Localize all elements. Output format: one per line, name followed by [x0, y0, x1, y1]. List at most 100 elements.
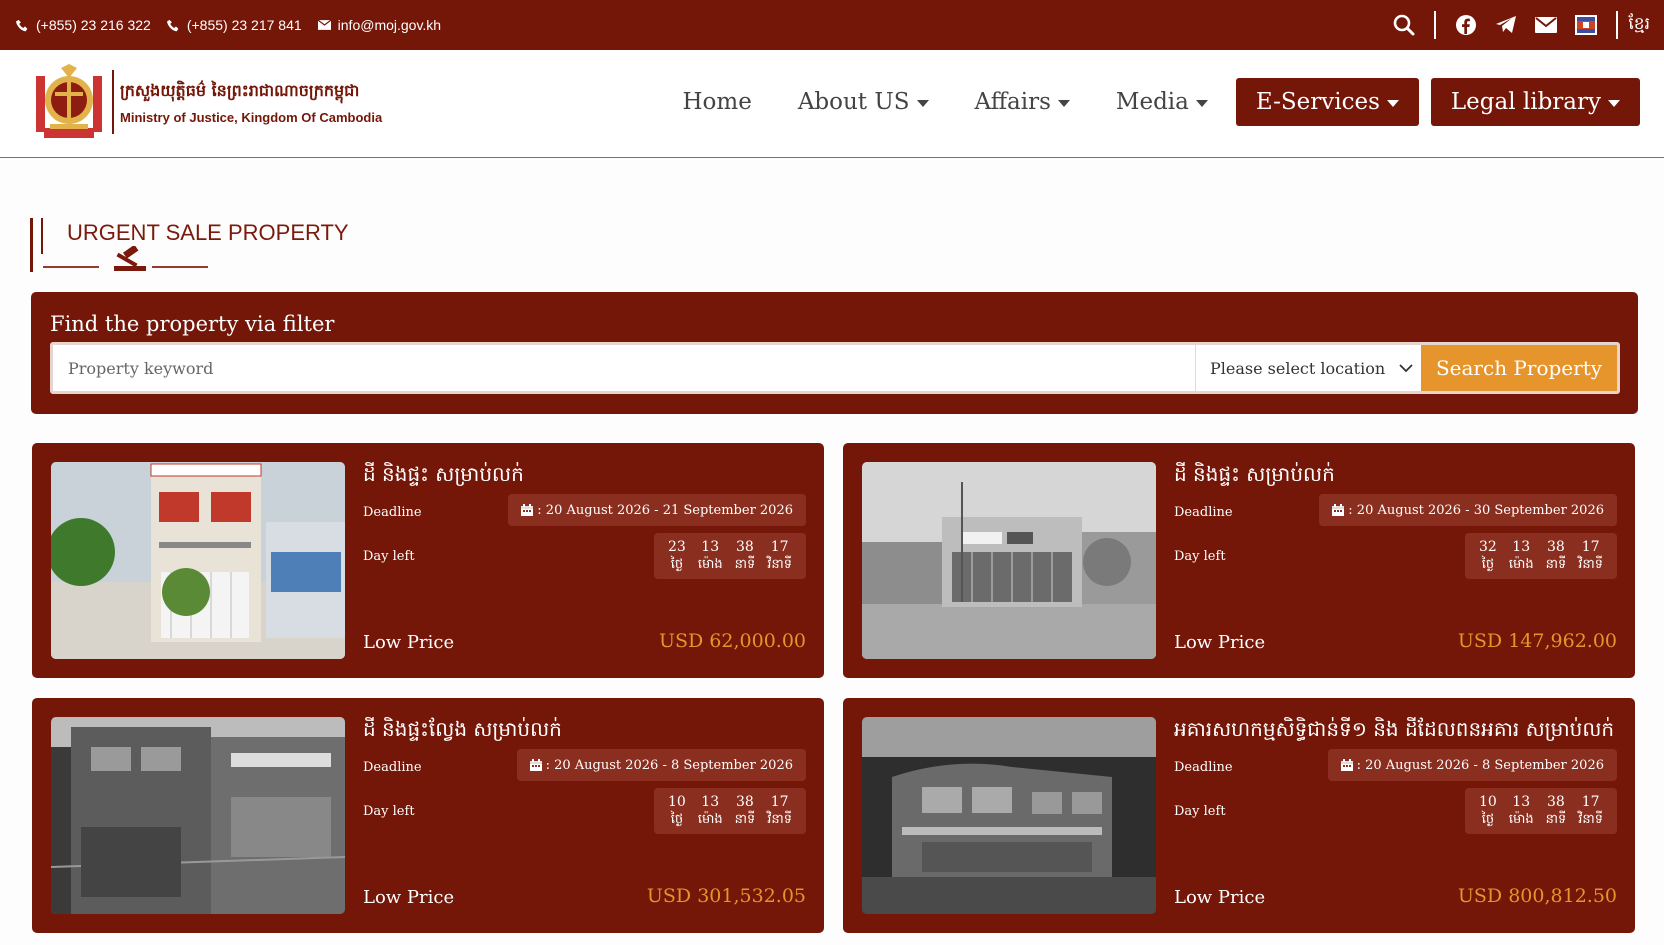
nav-eservices-button[interactable]: E-Services [1235, 78, 1419, 126]
deadline-label: Deadline [1174, 505, 1233, 520]
property-price: USD 62,000.00 [659, 630, 806, 652]
phone-1-text: (+855) 23 216 322 [36, 17, 151, 33]
search-property-button[interactable]: Search Property [1421, 345, 1617, 391]
countdown-seconds: 17 វិនាទី [1578, 793, 1603, 829]
countdown-timer: 10 ថ្ងៃ 13 ម៉ោង 38 នាទី 17 វិនាទី [1465, 788, 1617, 834]
property-card[interactable]: ដី និងផ្ទះ សម្រាប់លក់ Deadline : 20 Augu… [843, 443, 1635, 678]
deadline-text: : 20 August 2026 - 8 September 2026 [545, 757, 793, 773]
nav-legal-library-button[interactable]: Legal library [1430, 78, 1640, 126]
property-card[interactable]: អគារសហកម្មសិទ្ធិជាន់ទី១ និង ដីដែលពនអគារ … [843, 698, 1635, 933]
flag-icon[interactable] [1566, 10, 1606, 40]
low-price-label: Low Price [363, 632, 455, 653]
nav-home[interactable]: Home [682, 89, 751, 115]
property-card[interactable]: ដី និងផ្ទះ សម្រាប់លក់ Deadline : 20 Augu… [32, 443, 824, 678]
property-price: USD 800,812.50 [1457, 885, 1617, 907]
countdown-seconds-unit: វិនាទី [1578, 557, 1603, 572]
countdown-seconds-unit: វិនាទី [767, 557, 792, 572]
countdown-seconds-value: 17 [1581, 539, 1600, 555]
heading-underline [43, 266, 99, 268]
property-photo[interactable] [862, 717, 1156, 914]
deadline-text: : 20 August 2026 - 30 September 2026 [1348, 502, 1604, 518]
divider [1616, 11, 1619, 39]
site-header: ក្រសួងយុត្តិធម៌ នៃព្រះរាជាណាចក្រកម្ពុជា … [0, 50, 1664, 158]
nav-affairs[interactable]: Affairs [975, 89, 1070, 115]
countdown-minutes-unit: នាទី [1545, 812, 1567, 827]
countdown-days-value: 32 [1479, 539, 1497, 555]
chevron-down-icon [1399, 363, 1413, 372]
caret-down-icon [916, 100, 929, 107]
countdown-days-unit: ថ្ងៃ [670, 812, 684, 827]
main-nav: Home About US Affairs Media E-Services L… [682, 78, 1640, 126]
day-left-label: Day left [1174, 804, 1226, 819]
nav-media[interactable]: Media [1116, 89, 1208, 115]
countdown-minutes: 38 នាទី [735, 538, 756, 574]
countdown-hours: 13 ម៉ោង [1509, 538, 1534, 574]
logo-english: Ministry of Justice, Kingdom Of Cambodia [120, 109, 383, 125]
phone-icon [166, 19, 179, 31]
deadline-range: : 20 August 2026 - 30 September 2026 [1319, 494, 1617, 526]
property-photo[interactable] [51, 717, 345, 914]
search-icon[interactable] [1384, 10, 1424, 40]
low-price-label: Low Price [363, 887, 455, 908]
logo-divider [112, 70, 114, 134]
property-title[interactable]: ដី និងផ្ទះ សម្រាប់លក់ [363, 461, 524, 491]
countdown-minutes-unit: នាទី [1545, 557, 1567, 572]
contact-info: (+855) 23 216 322 (+855) 23 217 841 info… [16, 17, 457, 33]
countdown-seconds-unit: វិនាទី [1578, 812, 1603, 827]
countdown-hours-value: 13 [701, 794, 720, 810]
property-title[interactable]: អគារសហកម្មសិទ្ធិជាន់ទី១ និង ដីដែលពនអគារ … [1174, 716, 1614, 746]
day-left-label: Day left [1174, 549, 1226, 564]
caret-down-icon [1057, 100, 1070, 107]
phone-1[interactable]: (+855) 23 216 322 [16, 17, 151, 33]
nav-home-label: Home [682, 89, 752, 115]
property-title[interactable]: ដី និងផ្ទះល្វែង សម្រាប់លក់ [363, 716, 562, 746]
countdown-hours: 13 ម៉ោង [1509, 793, 1534, 829]
countdown-days-unit: ថ្ងៃ [1481, 557, 1495, 572]
filter-title: Find the property via filter [50, 312, 335, 336]
property-card[interactable]: ដី និងផ្ទះល្វែង សម្រាប់លក់ Deadline : 20… [32, 698, 824, 933]
keyword-input[interactable] [53, 345, 1195, 391]
filter-row: Please select location Search Property [50, 342, 1620, 394]
location-select[interactable]: Please select location [1195, 345, 1421, 391]
countdown-days-unit: ថ្ងៃ [1481, 812, 1495, 827]
countdown-seconds: 17 វិនាទី [767, 793, 792, 829]
countdown-days: 32 ថ្ងៃ [1479, 538, 1497, 574]
phone-2[interactable]: (+855) 23 217 841 [166, 17, 302, 33]
facebook-icon[interactable] [1446, 10, 1486, 40]
countdown-minutes: 38 នាទី [735, 793, 756, 829]
property-title[interactable]: ដី និងផ្ទះ សម្រាប់លក់ [1174, 461, 1335, 491]
calendar-icon [1332, 504, 1345, 516]
countdown-minutes-value: 38 [736, 794, 754, 810]
property-image [862, 462, 1156, 659]
countdown-minutes-value: 38 [1547, 794, 1565, 810]
countdown-days: 10 ថ្ងៃ [1479, 793, 1497, 829]
mail-icon[interactable] [1526, 10, 1566, 40]
deadline-label: Deadline [363, 760, 422, 775]
deadline-label: Deadline [1174, 760, 1233, 775]
low-price-label: Low Price [1174, 887, 1266, 908]
property-image [51, 717, 345, 914]
countdown-minutes: 38 នាទី [1546, 793, 1567, 829]
language-switch[interactable]: ខ្មែរ [1628, 13, 1650, 38]
location-select-label: Please select location [1210, 358, 1386, 378]
caret-down-icon [1386, 100, 1399, 107]
ministry-emblem [36, 64, 102, 138]
deadline-label: Deadline [363, 505, 422, 520]
countdown-days: 23 ថ្ងៃ [668, 538, 686, 574]
nav-about[interactable]: About US [798, 89, 929, 115]
property-photo[interactable] [51, 462, 345, 659]
nav-affairs-label: Affairs [974, 89, 1051, 115]
countdown-minutes-value: 38 [1547, 539, 1565, 555]
property-price: USD 147,962.00 [1457, 630, 1617, 652]
countdown-minutes-unit: នាទី [734, 812, 756, 827]
site-logo[interactable]: ក្រសួងយុត្តិធម៌ នៃព្រះរាជាណាចក្រកម្ពុជា … [34, 62, 382, 142]
property-photo[interactable] [862, 462, 1156, 659]
phone-icon [16, 19, 28, 31]
email-text: info@moj.gov.kh [337, 17, 442, 33]
email-link[interactable]: info@moj.gov.kh [317, 17, 442, 33]
property-image [51, 462, 345, 659]
property-price: USD 301,532.05 [646, 885, 806, 907]
countdown-minutes-unit: នាទី [734, 557, 756, 572]
telegram-icon[interactable] [1486, 10, 1526, 40]
countdown-timer: 10 ថ្ងៃ 13 ម៉ោង 38 នាទី 17 វិនាទី [654, 788, 806, 834]
